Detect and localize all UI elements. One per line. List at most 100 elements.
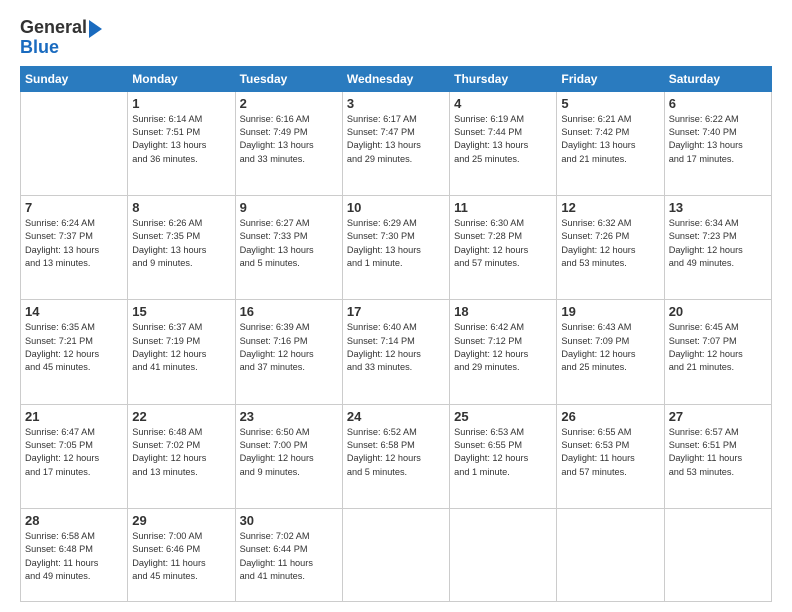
day-number: 19 [561,304,659,319]
calendar-cell: 21 Sunrise: 6:47 AM Sunset: 7:05 PM Dayli… [21,404,128,508]
calendar-header-row: SundayMondayTuesdayWednesdayThursdayFrid… [21,66,772,91]
day-info: Sunrise: 6:22 AM Sunset: 7:40 PM Dayligh… [669,113,767,166]
calendar-cell: 7Sunrise: 6:24 AM Sunset: 7:37 PM Daylig… [21,196,128,300]
day-number: 21 [25,409,123,424]
day-number: 10 [347,200,445,215]
calendar-cell [450,509,557,602]
calendar-cell: 2 Sunrise: 6:16 AM Sunset: 7:49 PM Daylig… [235,91,342,195]
calendar-week-row-3: 21 Sunrise: 6:47 AM Sunset: 7:05 PM Dayli… [21,404,772,508]
day-number: 20 [669,304,767,319]
day-info: Sunrise: 6:29 AM Sunset: 7:30 PM Dayligh… [347,217,445,270]
calendar-header-saturday: Saturday [664,66,771,91]
day-info: Sunrise: 6:16 AM Sunset: 7:49 PM Dayligh… [240,113,338,166]
calendar-cell: 8Sunrise: 6:26 AM Sunset: 7:35 PM Daylig… [128,196,235,300]
calendar-cell: 19Sunrise: 6:43 AM Sunset: 7:09 PM Dayli… [557,300,664,404]
day-number: 2 [240,96,338,111]
calendar-cell: 28 Sunrise: 6:58 AM Sunset: 6:48 PM Dayli… [21,509,128,602]
day-info: Sunrise: 6:45 AM Sunset: 7:07 PM Dayligh… [669,321,767,374]
calendar-cell: 27 Sunrise: 6:57 AM Sunset: 6:51 PM Dayli… [664,404,771,508]
day-number: 8 [132,200,230,215]
calendar-header-sunday: Sunday [21,66,128,91]
logo-blue: Blue [20,38,59,58]
day-info: Sunrise: 6:42 AM Sunset: 7:12 PM Dayligh… [454,321,552,374]
day-info: Sunrise: 6:55 AM Sunset: 6:53 PM Dayligh… [561,426,659,479]
calendar-cell [21,91,128,195]
calendar-cell: 3Sunrise: 6:17 AM Sunset: 7:47 PM Daylig… [342,91,449,195]
day-info: Sunrise: 7:02 AM Sunset: 6:44 PM Dayligh… [240,530,338,583]
page: General Blue SundayMondayTuesdayWednesda… [0,0,792,612]
day-number: 27 [669,409,767,424]
calendar-cell: 11 Sunrise: 6:30 AM Sunset: 7:28 PM Dayli… [450,196,557,300]
day-number: 23 [240,409,338,424]
day-number: 28 [25,513,123,528]
day-info: Sunrise: 6:47 AM Sunset: 7:05 PM Dayligh… [25,426,123,479]
day-number: 6 [669,96,767,111]
day-number: 17 [347,304,445,319]
calendar-header-wednesday: Wednesday [342,66,449,91]
calendar-cell: 20 Sunrise: 6:45 AM Sunset: 7:07 PM Dayli… [664,300,771,404]
calendar-cell: 5 Sunrise: 6:21 AM Sunset: 7:42 PM Daylig… [557,91,664,195]
calendar-cell: 22 Sunrise: 6:48 AM Sunset: 7:02 PM Dayli… [128,404,235,508]
day-info: Sunrise: 6:30 AM Sunset: 7:28 PM Dayligh… [454,217,552,270]
day-info: Sunrise: 6:40 AM Sunset: 7:14 PM Dayligh… [347,321,445,374]
logo-arrow-icon [89,20,102,38]
calendar-week-row-4: 28 Sunrise: 6:58 AM Sunset: 6:48 PM Dayli… [21,509,772,602]
day-number: 29 [132,513,230,528]
calendar-cell: 18 Sunrise: 6:42 AM Sunset: 7:12 PM Dayli… [450,300,557,404]
day-number: 22 [132,409,230,424]
day-number: 9 [240,200,338,215]
day-info: Sunrise: 6:14 AM Sunset: 7:51 PM Dayligh… [132,113,230,166]
day-number: 11 [454,200,552,215]
day-number: 18 [454,304,552,319]
day-number: 26 [561,409,659,424]
day-number: 4 [454,96,552,111]
calendar-cell: 26 Sunrise: 6:55 AM Sunset: 6:53 PM Dayli… [557,404,664,508]
calendar-cell: 4 Sunrise: 6:19 AM Sunset: 7:44 PM Daylig… [450,91,557,195]
calendar-cell: 6 Sunrise: 6:22 AM Sunset: 7:40 PM Daylig… [664,91,771,195]
day-info: Sunrise: 6:19 AM Sunset: 7:44 PM Dayligh… [454,113,552,166]
calendar-cell: 13Sunrise: 6:34 AM Sunset: 7:23 PM Dayli… [664,196,771,300]
day-number: 24 [347,409,445,424]
day-info: Sunrise: 6:48 AM Sunset: 7:02 PM Dayligh… [132,426,230,479]
day-info: Sunrise: 6:17 AM Sunset: 7:47 PM Dayligh… [347,113,445,166]
day-info: Sunrise: 6:34 AM Sunset: 7:23 PM Dayligh… [669,217,767,270]
calendar-cell: 25 Sunrise: 6:53 AM Sunset: 6:55 PM Dayli… [450,404,557,508]
calendar-week-row-2: 14Sunrise: 6:35 AM Sunset: 7:21 PM Dayli… [21,300,772,404]
day-number: 16 [240,304,338,319]
day-number: 15 [132,304,230,319]
day-number: 12 [561,200,659,215]
day-info: Sunrise: 6:21 AM Sunset: 7:42 PM Dayligh… [561,113,659,166]
calendar-cell: 29 Sunrise: 7:00 AM Sunset: 6:46 PM Dayli… [128,509,235,602]
logo-general: General [20,18,87,38]
day-number: 1 [132,96,230,111]
day-number: 14 [25,304,123,319]
calendar-cell [342,509,449,602]
calendar-cell: 10 Sunrise: 6:29 AM Sunset: 7:30 PM Dayli… [342,196,449,300]
calendar-cell [557,509,664,602]
calendar-table: SundayMondayTuesdayWednesdayThursdayFrid… [20,66,772,602]
calendar-cell: 15Sunrise: 6:37 AM Sunset: 7:19 PM Dayli… [128,300,235,404]
calendar-cell: 24 Sunrise: 6:52 AM Sunset: 6:58 PM Dayli… [342,404,449,508]
day-info: Sunrise: 6:32 AM Sunset: 7:26 PM Dayligh… [561,217,659,270]
day-info: Sunrise: 6:52 AM Sunset: 6:58 PM Dayligh… [347,426,445,479]
calendar-header-tuesday: Tuesday [235,66,342,91]
calendar-header-friday: Friday [557,66,664,91]
day-info: Sunrise: 6:58 AM Sunset: 6:48 PM Dayligh… [25,530,123,583]
day-info: Sunrise: 6:53 AM Sunset: 6:55 PM Dayligh… [454,426,552,479]
day-info: Sunrise: 6:24 AM Sunset: 7:37 PM Dayligh… [25,217,123,270]
calendar-cell: 14Sunrise: 6:35 AM Sunset: 7:21 PM Dayli… [21,300,128,404]
calendar-cell: 16 Sunrise: 6:39 AM Sunset: 7:16 PM Dayli… [235,300,342,404]
day-info: Sunrise: 7:00 AM Sunset: 6:46 PM Dayligh… [132,530,230,583]
calendar-cell: 12 Sunrise: 6:32 AM Sunset: 7:26 PM Dayli… [557,196,664,300]
calendar-cell: 30Sunrise: 7:02 AM Sunset: 6:44 PM Dayli… [235,509,342,602]
logo: General Blue [20,18,102,58]
calendar-cell: 23Sunrise: 6:50 AM Sunset: 7:00 PM Dayli… [235,404,342,508]
day-number: 25 [454,409,552,424]
calendar-header-thursday: Thursday [450,66,557,91]
calendar-header-monday: Monday [128,66,235,91]
calendar-week-row-0: 1 Sunrise: 6:14 AM Sunset: 7:51 PM Daylig… [21,91,772,195]
day-info: Sunrise: 6:39 AM Sunset: 7:16 PM Dayligh… [240,321,338,374]
day-number: 5 [561,96,659,111]
day-info: Sunrise: 6:57 AM Sunset: 6:51 PM Dayligh… [669,426,767,479]
calendar-week-row-1: 7Sunrise: 6:24 AM Sunset: 7:37 PM Daylig… [21,196,772,300]
